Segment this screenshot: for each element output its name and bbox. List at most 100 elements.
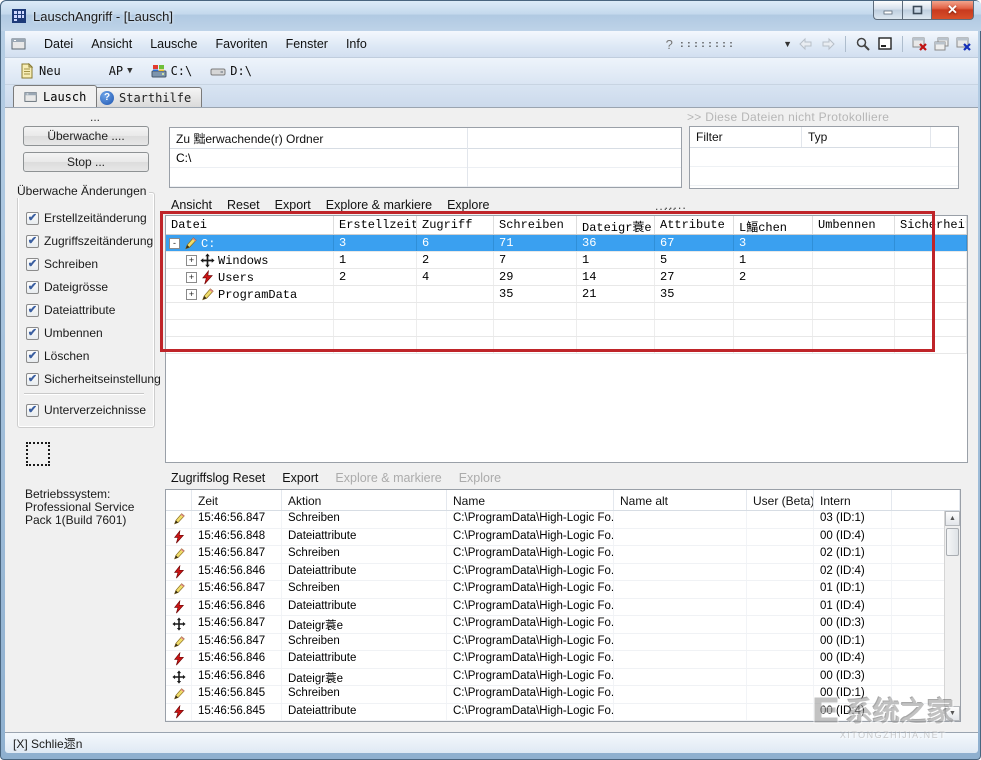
log-cell-name: C:\ProgramData\High-Logic Fo... <box>447 634 614 651</box>
tree-row-windows[interactable]: +Windows127151 <box>166 252 967 269</box>
checkbox-erstellzeitänderung[interactable]: ✔Erstellzeitänderung <box>26 211 147 225</box>
log-col-header[interactable]: Name <box>447 490 614 510</box>
back-icon[interactable] <box>798 36 814 52</box>
menu-bar-items: DateiAnsichtLauscheFavoritenFensterInfo <box>35 34 376 54</box>
tree-value-cell: 67 <box>655 235 734 251</box>
menu-item-favoriten[interactable]: Favoriten <box>206 34 276 54</box>
tree-row-programdata[interactable]: +ProgramData352135 <box>166 286 967 303</box>
tree-col-header[interactable]: Datei <box>166 216 334 234</box>
tree-col-header[interactable]: L鰏chen <box>734 216 813 234</box>
close-button[interactable]: ✕ <box>931 1 974 20</box>
log-row[interactable]: 15:46:56.847SchreibenC:\ProgramData\High… <box>166 511 960 529</box>
tree-toolbar-explore-markiere[interactable]: Explore & markiere <box>326 198 432 212</box>
tree-col-header[interactable]: Schreiben <box>494 216 577 234</box>
log-scrollbar[interactable]: ▲ ▼ <box>944 511 960 721</box>
cascade-windows-icon[interactable] <box>934 36 950 52</box>
log-row[interactable]: 15:46:56.847SchreibenC:\ProgramData\High… <box>166 581 960 599</box>
tree-row-users[interactable]: +Users242914272 <box>166 269 967 286</box>
expander-plus-icon[interactable]: + <box>186 289 197 300</box>
log-col-header[interactable]: Aktion <box>282 490 447 510</box>
scroll-up-icon[interactable]: ▲ <box>945 511 960 526</box>
tree-toolbar-export[interactable]: Export <box>275 198 311 212</box>
log-row[interactable]: 15:46:56.846Dateigr蓑eC:\ProgramData\High… <box>166 669 960 687</box>
tab-starthilfe[interactable]: ? Starthilfe <box>89 87 202 107</box>
log-col-header[interactable]: Zeit <box>192 490 282 510</box>
tree-toolbar-ansicht[interactable]: Ansicht <box>171 198 212 212</box>
group-label: Überwache Änderungen <box>14 184 149 198</box>
forward-icon[interactable] <box>820 36 836 52</box>
log-cell-aktion: Schreiben <box>282 686 447 703</box>
checkbox-dateiattribute[interactable]: ✔Dateiattribute <box>26 303 115 317</box>
folder-row-empty[interactable] <box>170 168 681 187</box>
log-col-header[interactable]: Intern <box>814 490 892 510</box>
close-all-blue-icon[interactable] <box>956 36 972 52</box>
checkbox-zugriffszeitänderung[interactable]: ✔Zugriffszeitänderung <box>26 234 153 248</box>
folder-row[interactable]: C:\ <box>170 149 681 168</box>
menu-item-info[interactable]: Info <box>337 34 376 54</box>
minimize-button[interactable] <box>873 1 902 20</box>
maximize-button[interactable] <box>902 1 931 20</box>
log-cell-intern: 00 (ID:3) <box>814 616 892 633</box>
tree-col-header[interactable]: Sicherheit <box>895 216 967 234</box>
tree-toolbar-explore[interactable]: Explore <box>447 198 489 212</box>
tab-lausch[interactable]: Lausch <box>13 85 97 107</box>
menu-item-datei[interactable]: Datei <box>35 34 82 54</box>
close-window-red-icon[interactable] <box>912 36 928 52</box>
new-button[interactable]: Neu <box>15 61 65 81</box>
tree-col-header[interactable]: Attribute <box>655 216 734 234</box>
checkbox-dateigrösse[interactable]: ✔Dateigrösse <box>26 280 108 294</box>
tree-col-header[interactable]: Zugriff <box>417 216 494 234</box>
log-row[interactable]: 15:46:56.847SchreibenC:\ProgramData\High… <box>166 634 960 652</box>
stop-button[interactable]: Stop ... <box>23 152 149 172</box>
log-toolbar-export[interactable]: Export <box>282 471 318 485</box>
expander-plus-icon[interactable]: + <box>186 255 197 266</box>
scroll-down-icon[interactable]: ▼ <box>945 706 960 721</box>
tree-col-header[interactable]: Umbennen <box>813 216 895 234</box>
log-row[interactable]: 15:46:56.846DateiattributeC:\ProgramData… <box>166 599 960 617</box>
ap-dropdown[interactable]: AP ▼ <box>105 62 137 80</box>
tree-toolbar-reset[interactable]: Reset <box>227 198 260 212</box>
tree-row-c[interactable]: -C:367136673 <box>166 235 967 252</box>
log-col-header[interactable]: Name alt <box>614 490 747 510</box>
tree-value-cell <box>895 235 967 251</box>
checkbox-löschen[interactable]: ✔Löschen <box>26 349 89 363</box>
search-icon[interactable] <box>855 36 871 52</box>
monitor-icon[interactable] <box>877 36 893 52</box>
log-col-header[interactable]: User (Beta) <box>747 490 814 510</box>
checkbox-label: Dateiattribute <box>44 303 115 317</box>
log-toolbar: Zugriffslog ResetExportExplore & markier… <box>171 471 501 485</box>
checkbox-unterverzeichnisse[interactable]: ✔ Unterverzeichnisse <box>26 403 146 417</box>
log-row[interactable]: 15:46:56.848DateiattributeC:\ProgramData… <box>166 529 960 547</box>
tree-name-cell: +ProgramData <box>166 286 334 302</box>
ueberwache-button[interactable]: Überwache .... <box>23 126 149 146</box>
tree-col-header[interactable]: Dateigr蓑e <box>577 216 655 234</box>
menu-item-lausche[interactable]: Lausche <box>141 34 206 54</box>
checkbox-sicherheitseinstellung[interactable]: ✔Sicherheitseinstellung <box>26 372 161 386</box>
typ-col-header[interactable]: Typ <box>802 127 931 147</box>
log-toolbar-zugriffslog-reset[interactable]: Zugriffslog Reset <box>171 471 265 485</box>
expander-plus-icon[interactable]: + <box>186 272 197 283</box>
log-cell-name_alt <box>614 546 747 563</box>
log-row[interactable]: 15:46:56.847Dateigr蓑eC:\ProgramData\High… <box>166 616 960 634</box>
drive-d-icon <box>210 63 226 79</box>
expander-minus-icon[interactable]: - <box>169 238 180 249</box>
log-row[interactable]: 15:46:56.845SchreibenC:\ProgramData\High… <box>166 686 960 704</box>
drive-c-button[interactable]: C:\ <box>147 61 197 81</box>
drive-d-button[interactable]: D:\ <box>206 61 256 81</box>
scrollbar-thumb[interactable] <box>946 528 959 556</box>
tree-value-cell <box>734 286 813 302</box>
menu-item-ansicht[interactable]: Ansicht <box>82 34 141 54</box>
checkbox-schreiben[interactable]: ✔Schreiben <box>26 257 98 271</box>
log-row[interactable]: 15:46:56.845DateiattributeC:\ProgramData… <box>166 704 960 722</box>
log-row[interactable]: 15:46:56.846DateiattributeC:\ProgramData… <box>166 564 960 582</box>
tree-value-cell: 35 <box>655 286 734 302</box>
checkbox-umbennen[interactable]: ✔Umbennen <box>26 326 103 340</box>
log-row[interactable]: 15:46:56.846DateiattributeC:\ProgramData… <box>166 651 960 669</box>
filter-col-header[interactable]: Filter <box>690 127 802 147</box>
tree-col-header[interactable]: Erstellzeit <box>334 216 417 234</box>
log-cell-aktion: Schreiben <box>282 511 447 528</box>
log-row[interactable]: 15:46:56.847SchreibenC:\ProgramData\High… <box>166 546 960 564</box>
menu-item-fenster[interactable]: Fenster <box>277 34 337 54</box>
chevron-down-icon[interactable]: ▼ <box>783 39 792 49</box>
watched-folders-panel: Zu 黜erwachende(r) Ordner C:\ <box>169 127 682 188</box>
